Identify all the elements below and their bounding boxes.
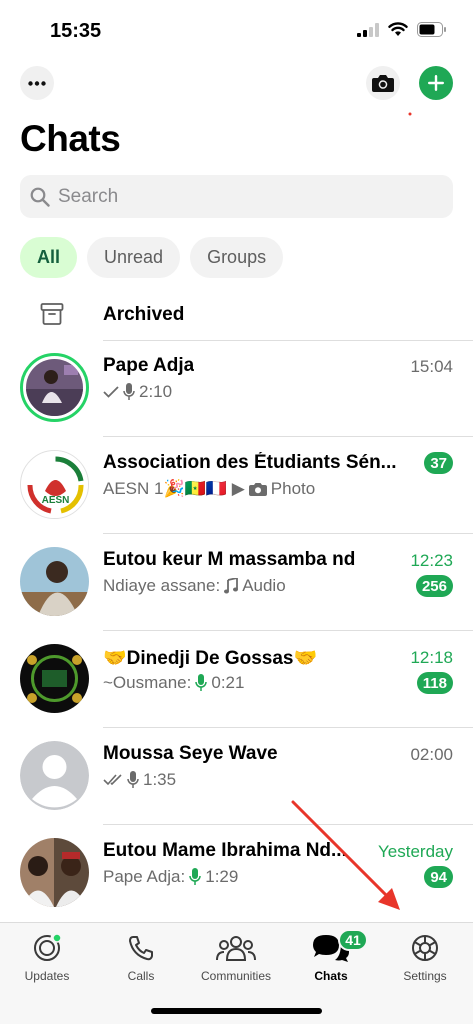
status-icons — [357, 22, 447, 37]
chat-time: 12:18 — [410, 648, 453, 667]
search-icon — [30, 187, 50, 207]
chat-preview: AESN 1🎉🇸🇳🇫🇷 ▶ Photo — [103, 479, 315, 499]
status-time: 15:35 — [50, 20, 102, 42]
chat-preview-sender: ~Ousmane: — [103, 673, 192, 692]
status-bar: 15:35 — [0, 0, 473, 56]
tab-calls[interactable]: Calls — [94, 931, 188, 991]
chat-preview: 2:10 — [103, 382, 172, 402]
updates-icon — [34, 933, 62, 961]
unread-badge: 37 — [424, 452, 453, 474]
wifi-icon — [388, 22, 408, 36]
filter-all[interactable]: All — [20, 237, 78, 278]
chat-time: 12:23 — [410, 551, 453, 570]
chat-name: Moussa Seye Wave — [103, 743, 278, 764]
search-input[interactable] — [58, 185, 438, 208]
chat-name: Association des Étudiants Sén... — [103, 452, 397, 473]
mic-icon — [127, 771, 139, 788]
home-indicator — [151, 1008, 322, 1014]
settings-icon — [412, 935, 438, 961]
photo-icon — [248, 483, 267, 496]
search-bar[interactable] — [20, 175, 453, 218]
sent-check-icon — [103, 386, 119, 398]
archived-row[interactable]: Archived — [0, 292, 473, 338]
battery-icon — [417, 22, 446, 37]
avatar — [20, 353, 89, 422]
chat-preview-text: Photo — [270, 479, 316, 498]
filter-groups[interactable]: Groups — [190, 237, 284, 278]
chat-preview: 1:35 — [103, 770, 176, 790]
filter-chips: All Unread Groups — [20, 237, 284, 278]
chat-row-dinedji[interactable]: 🤝Dinedji De Gossas🤝 ~Ousmane: 0:21 12:18… — [0, 631, 473, 727]
archived-label: Archived — [103, 304, 185, 325]
chat-row-aesn[interactable]: AESN Association des Étudiants Sén... AE… — [0, 437, 473, 533]
chat-preview-sender: Pape Adja: — [103, 867, 186, 886]
tab-label: Calls — [127, 969, 155, 983]
music-icon — [224, 578, 239, 594]
new-chat-button[interactable] — [419, 66, 453, 100]
chat-time: 02:00 — [410, 745, 453, 764]
unread-badge: 94 — [424, 866, 453, 888]
chat-row-moussa[interactable]: Moussa Seye Wave 1:35 02:00 — [0, 728, 473, 824]
calls-icon — [129, 936, 153, 961]
tab-label: Chats — [314, 969, 348, 983]
avatar: AESN — [20, 450, 89, 519]
chat-time: Yesterday — [378, 842, 453, 861]
chat-name: 🤝Dinedji De Gossas🤝 — [103, 648, 318, 669]
avatar — [20, 644, 89, 713]
chat-name: Eutou keur M massamba nd — [103, 549, 356, 570]
page-title: Chats — [20, 118, 121, 159]
avatar — [20, 547, 89, 616]
mic-icon — [189, 868, 201, 885]
avatar — [20, 838, 89, 907]
chats-tab-badge: 41 — [338, 929, 368, 951]
chat-preview-text: 1:35 — [143, 770, 177, 789]
tab-settings[interactable]: Settings — [378, 931, 472, 991]
tab-communities[interactable]: Communities — [189, 931, 283, 991]
tab-label: Communities — [200, 969, 272, 983]
mic-icon — [123, 383, 135, 400]
filter-unread[interactable]: Unread — [87, 237, 181, 278]
chat-preview: ~Ousmane: 0:21 — [103, 673, 244, 693]
chat-name: Eutou Mame Ibrahima Nd... — [103, 840, 347, 861]
camera-icon — [372, 75, 394, 92]
unread-badge: 256 — [415, 575, 453, 597]
tab-label: Updates — [24, 969, 70, 983]
chat-preview-sender: AESN 1🎉🇸🇳🇫🇷 ▶ — [103, 479, 245, 498]
archive-icon — [40, 303, 64, 325]
camera-button[interactable] — [366, 66, 400, 100]
chat-row-pape-adja[interactable]: Pape Adja 2:10 15:04 — [0, 340, 473, 436]
plus-icon — [428, 75, 444, 91]
chat-preview-text: Audio — [242, 576, 286, 595]
chat-name: Pape Adja — [103, 355, 195, 376]
tab-label: Settings — [403, 969, 447, 983]
svg-text:AESN: AESN — [42, 495, 70, 506]
default-avatar-icon — [20, 741, 89, 810]
more-options-button[interactable] — [20, 66, 54, 100]
top-actions — [0, 66, 473, 100]
signal-icon — [357, 22, 379, 37]
chat-preview-text: 0:21 — [211, 673, 245, 692]
tab-updates[interactable]: Updates — [0, 931, 94, 991]
communities-icon-wrap — [216, 931, 256, 965]
chat-preview: Ndiaye assane: Audio — [103, 576, 286, 596]
delivered-check-icon — [103, 774, 122, 786]
chat-row-eutou-mame[interactable]: Eutou Mame Ibrahima Nd... Pape Adja: 1:2… — [0, 825, 473, 921]
chat-preview-text: 2:10 — [139, 382, 173, 401]
chat-preview: Pape Adja: 1:29 — [103, 867, 238, 887]
avatar — [20, 741, 89, 810]
mic-icon — [195, 674, 208, 691]
communities-icon — [216, 936, 256, 961]
unread-badge: 118 — [416, 672, 453, 694]
chat-time: 15:04 — [410, 357, 453, 376]
chat-preview-text: 1:29 — [205, 867, 239, 886]
updates-icon-wrap — [32, 931, 62, 965]
chat-preview-sender: Ndiaye assane: — [103, 576, 221, 595]
calls-icon-wrap — [127, 931, 155, 965]
settings-icon-wrap — [409, 931, 441, 965]
more-icon — [28, 80, 46, 86]
chat-row-eutou-keur[interactable]: Eutou keur M massamba nd Ndiaye assane: … — [0, 534, 473, 630]
tab-chats[interactable]: Chats 41 — [284, 929, 378, 991]
